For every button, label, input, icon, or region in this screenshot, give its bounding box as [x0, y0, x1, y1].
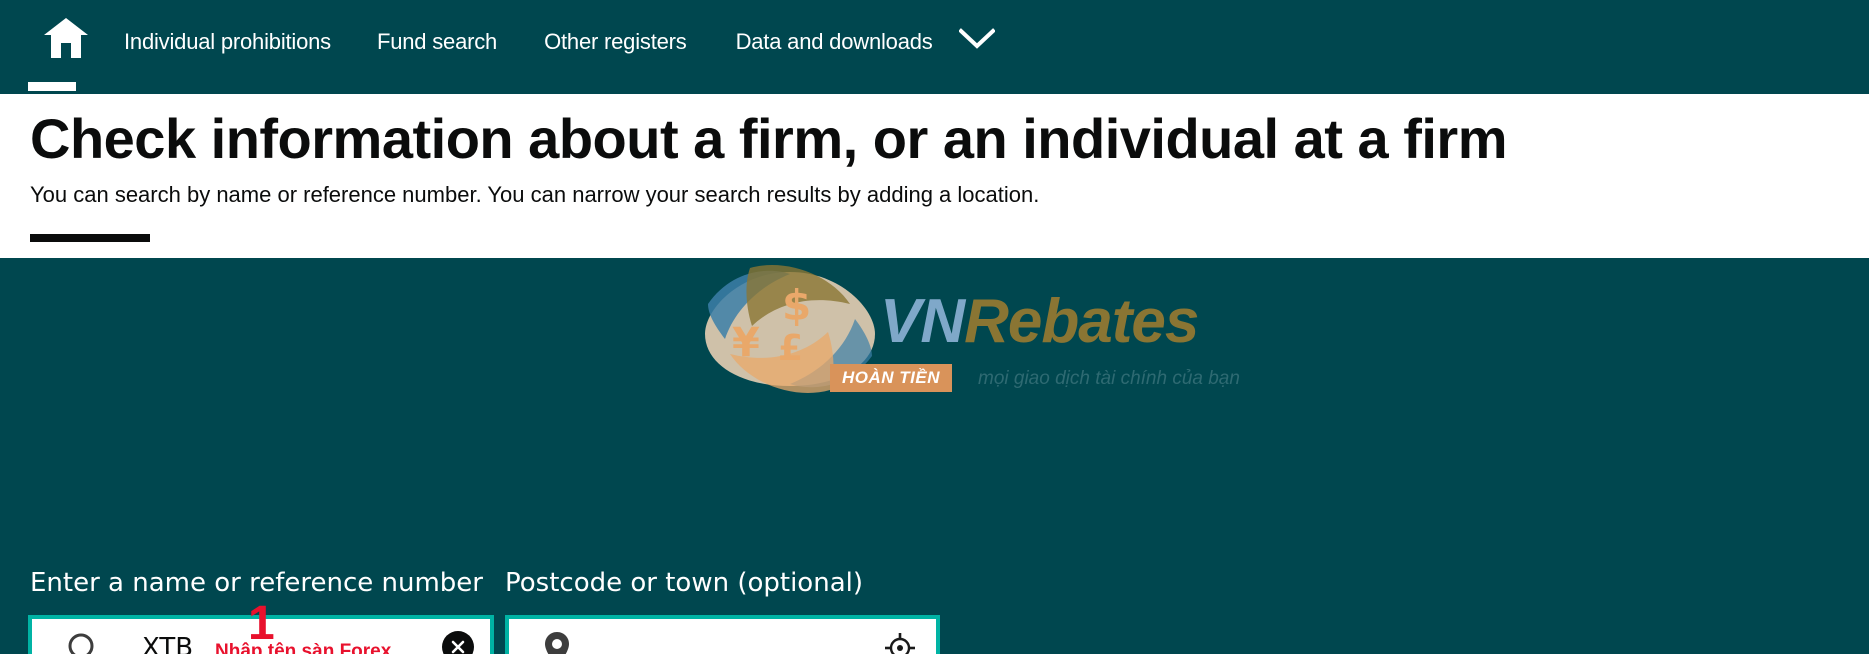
- watermark-brand-second: Rebates: [964, 287, 1199, 356]
- page-header: Check information about a firm, or an in…: [0, 94, 1869, 258]
- nav-item-fund-search[interactable]: Fund search: [377, 29, 497, 55]
- home-icon: [44, 18, 88, 58]
- page-subtitle: You can search by name or reference numb…: [30, 182, 1040, 207]
- chevron-down-icon[interactable]: [957, 28, 996, 55]
- name-field-label: Enter a name or reference number: [30, 568, 483, 598]
- postcode-input-container[interactable]: [505, 615, 940, 654]
- watermark-logo-icon: $ ¥ £: [705, 265, 875, 393]
- page-root: Individual prohibitions Fund search Othe…: [0, 0, 1869, 654]
- postcode-field-label: Postcode or town (optional): [505, 568, 863, 598]
- close-icon[interactable]: [442, 631, 474, 654]
- watermark-tagline: mọi giao dịch tài chính của bạn: [978, 368, 1240, 389]
- search-icon: [66, 632, 102, 654]
- svg-text:$: $: [782, 281, 811, 330]
- active-tab-indicator: [28, 82, 76, 91]
- search-input[interactable]: XTB: [142, 633, 193, 654]
- section-divider: [30, 234, 150, 242]
- watermark: $ ¥ £ VNRebates HOÀN TIỀN mọi giao dịch …: [690, 264, 1240, 394]
- nav-item-other-registers[interactable]: Other registers: [544, 29, 687, 55]
- watermark-badge: HOÀN TIỀN: [830, 364, 952, 392]
- nav-item-individual-prohibitions[interactable]: Individual prohibitions: [124, 29, 331, 55]
- annotation-text-1: Nhập tên sàn Forex hoặc số đăng ký: [215, 641, 392, 654]
- nav-links: Individual prohibitions Fund search Othe…: [124, 28, 996, 55]
- svg-text:¥: ¥: [732, 320, 760, 366]
- svg-text:£: £: [778, 328, 803, 369]
- top-navigation-bar: Individual prohibitions Fund search Othe…: [0, 0, 1869, 94]
- search-panel: $ ¥ £ VNRebates HOÀN TIỀN mọi giao dịch …: [0, 258, 1869, 654]
- page-title: Check information about a firm, or an in…: [30, 107, 1507, 170]
- watermark-brand: VNRebates: [880, 286, 1199, 357]
- location-pin-icon: [542, 630, 572, 654]
- nav-item-data-and-downloads[interactable]: Data and downloads: [736, 29, 933, 55]
- crosshair-icon[interactable]: [884, 632, 916, 654]
- watermark-brand-first: VN: [880, 287, 965, 356]
